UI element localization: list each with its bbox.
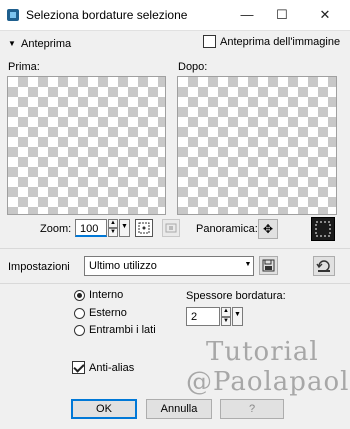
after-label: Dopo: xyxy=(178,61,208,73)
thickness-label: Spessore bordatura: xyxy=(186,290,286,302)
zoom-spin-up[interactable]: ▲ xyxy=(108,219,118,228)
zoom-input[interactable]: 100 xyxy=(75,219,107,237)
radio-inside[interactable] xyxy=(74,290,85,301)
thickness-dropdown[interactable]: ▼ xyxy=(232,307,243,326)
image-preview-label: Anteprima dell'immagine xyxy=(220,36,341,48)
divider xyxy=(0,248,350,249)
zoom-label: Zoom: xyxy=(40,223,72,235)
save-preset-icon[interactable] xyxy=(259,256,278,275)
reset-defaults-icon[interactable] xyxy=(313,256,335,276)
zoom-fit-icon[interactable] xyxy=(162,219,180,237)
divider xyxy=(0,283,350,284)
radio-both-sides-label: Entrambi i lati xyxy=(89,324,156,336)
ok-button[interactable]: OK xyxy=(71,399,137,419)
thickness-input[interactable]: 2 xyxy=(186,307,220,326)
title-bar: Seleziona bordature selezione — ☐ ✕ xyxy=(0,0,350,30)
before-preview[interactable] xyxy=(7,76,166,215)
minimize-button[interactable]: — xyxy=(236,4,258,26)
cancel-button[interactable]: Annulla xyxy=(146,399,212,419)
help-button[interactable]: ? xyxy=(220,399,284,419)
chevron-down-icon[interactable]: ▼ xyxy=(243,258,253,274)
zoom-spin-down[interactable]: ▼ xyxy=(108,228,118,237)
panoramica-label: Panoramica: xyxy=(196,223,258,235)
triangle-down-icon: ▼ xyxy=(8,39,16,48)
radio-both-sides[interactable] xyxy=(74,325,85,336)
antialias-checkbox[interactable] xyxy=(72,361,85,374)
preview-toggle-label: Anteprima xyxy=(20,38,72,50)
radio-outside-label: Esterno xyxy=(89,307,127,319)
before-label: Prima: xyxy=(8,61,40,73)
image-preview-checkbox[interactable] xyxy=(203,35,216,48)
window-title: Seleziona bordature selezione xyxy=(26,8,188,22)
help-icon: ? xyxy=(248,403,256,415)
panoramica-move-icon[interactable]: ✥ xyxy=(258,219,278,239)
watermark-line2: @Paolapaola xyxy=(186,367,350,397)
zoom-actual-size-icon[interactable] xyxy=(135,219,153,237)
settings-select[interactable]: Ultimo utilizzo xyxy=(84,256,254,276)
radio-outside[interactable] xyxy=(74,308,85,319)
thickness-spin-up[interactable]: ▲ xyxy=(221,307,231,317)
radio-inside-label: Interno xyxy=(89,289,124,301)
maximize-button[interactable]: ☐ xyxy=(271,4,293,26)
after-preview[interactable] xyxy=(177,76,337,215)
selection-marquee-icon[interactable] xyxy=(311,217,335,241)
watermark-line1: Tutorial xyxy=(206,337,319,367)
zoom-dropdown[interactable]: ▼ xyxy=(119,219,130,237)
dialog-body: ▼ Anteprima Anteprima dell'immagine Prim… xyxy=(0,30,350,429)
antialias-label: Anti-alias xyxy=(89,362,135,374)
app-icon xyxy=(6,8,20,22)
preview-toggle[interactable]: ▼ Anteprima xyxy=(8,38,71,50)
thickness-spin-down[interactable]: ▼ xyxy=(221,317,231,326)
close-button[interactable]: ✕ xyxy=(314,4,336,26)
settings-label: Impostazioni xyxy=(8,261,70,273)
